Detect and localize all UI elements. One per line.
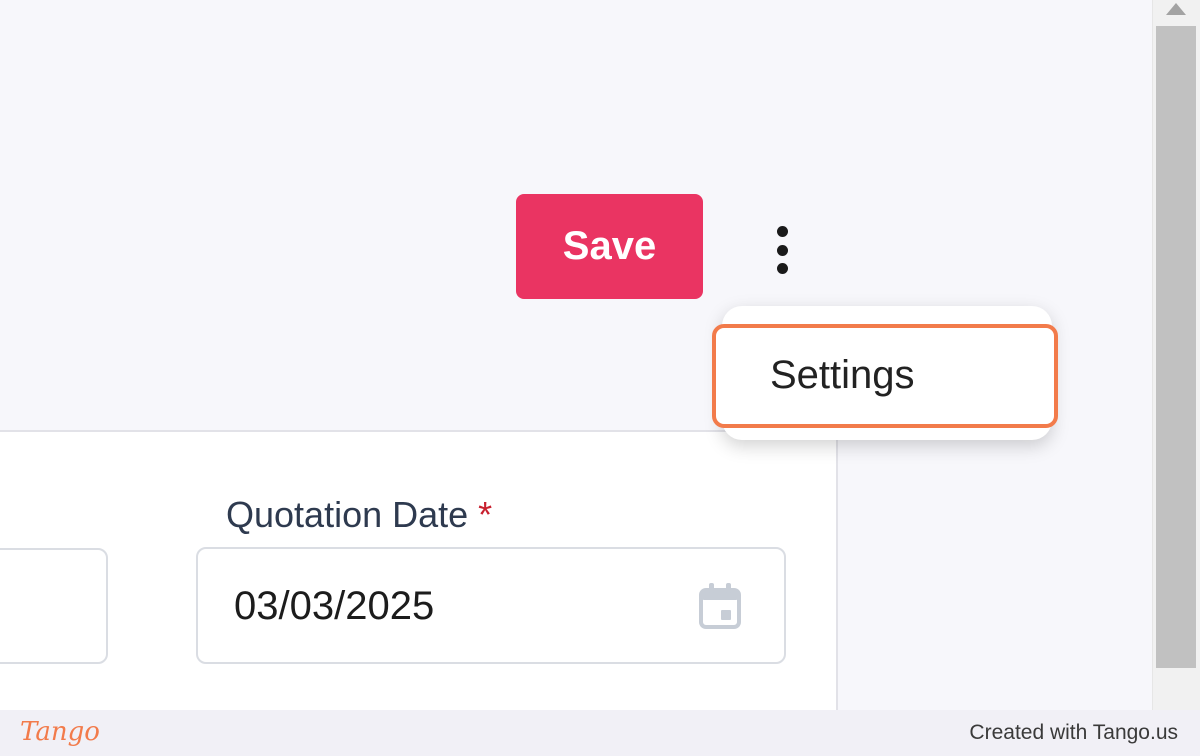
footer-credit: Created with Tango.us <box>969 721 1178 744</box>
quotation-date-value: 03/03/2025 <box>234 584 435 628</box>
required-mark: * <box>478 494 493 535</box>
more-vertical-icon[interactable] <box>762 222 802 278</box>
menu-item-settings-label: Settings <box>770 353 915 397</box>
kebab-dot <box>776 263 788 274</box>
quotation-date-label-text: Quotation Date <box>226 494 469 535</box>
kebab-dot <box>776 244 788 256</box>
tango-logo: Tango <box>20 717 100 747</box>
scroll-up-arrow-icon[interactable] <box>1166 3 1186 15</box>
quotation-date-label: Quotation Date * <box>226 492 492 538</box>
scrollbar-thumb[interactable] <box>1156 26 1196 668</box>
app-page: Save Quotation Date * 03/03/2025 Settings… <box>0 0 1200 756</box>
previous-field-input[interactable] <box>0 548 108 664</box>
calendar-icon[interactable] <box>698 582 742 630</box>
save-button[interactable]: Save <box>516 194 703 299</box>
kebab-dot <box>776 226 788 237</box>
